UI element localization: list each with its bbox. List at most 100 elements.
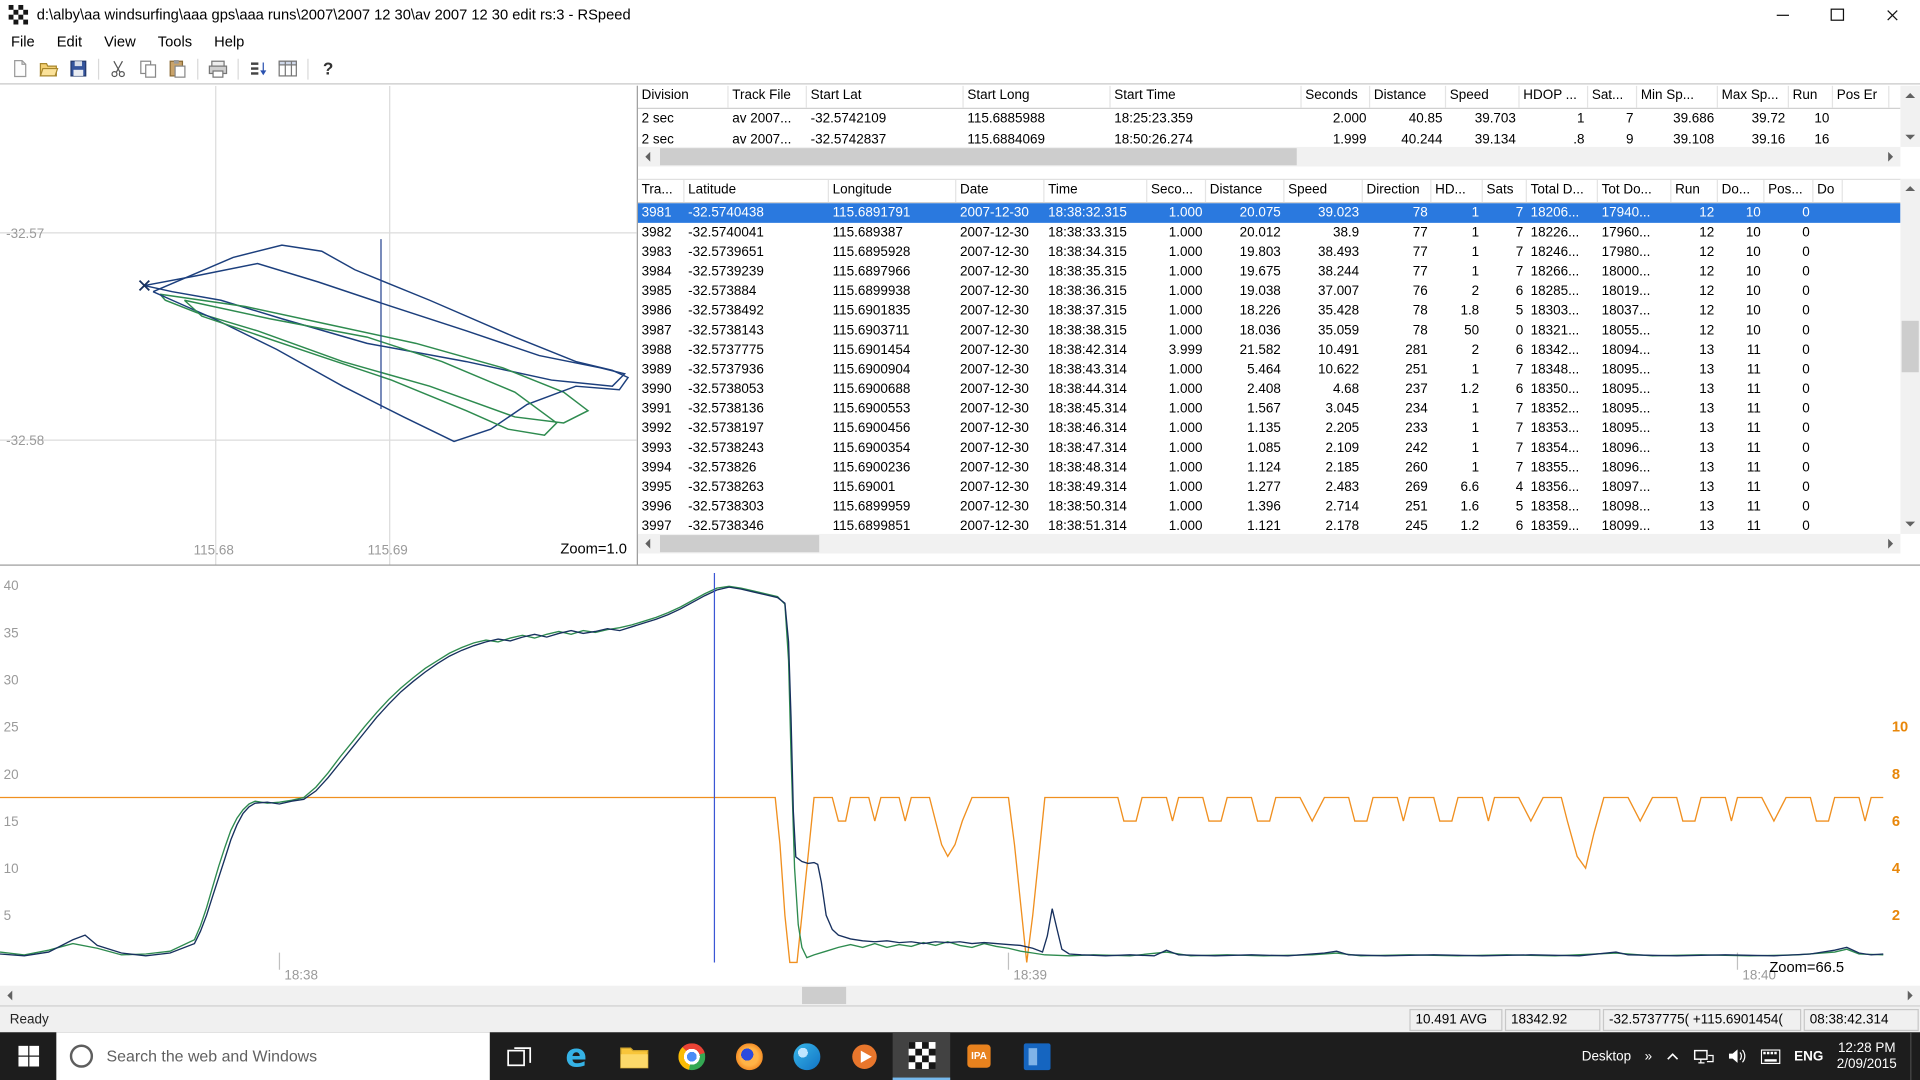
scroll-trough[interactable] xyxy=(1900,198,1920,514)
column-header-tot-do[interactable]: Tot Do... xyxy=(1598,180,1671,202)
table-row[interactable]: 3988-32.5737775115.69014542007-12-3018:3… xyxy=(638,340,1900,360)
table-row[interactable]: 2 secav 2007...-32.5742837115.688406918:… xyxy=(638,130,1900,147)
column-header-speed[interactable]: Speed xyxy=(1284,180,1362,202)
column-header-min-sp[interactable]: Min Sp... xyxy=(1637,86,1718,108)
close-button[interactable] xyxy=(1865,0,1920,29)
track-map-panel[interactable]: -32.57-32.58115.68115.69 Zoom=1.0 xyxy=(0,86,638,565)
column-header-sats[interactable]: Sats xyxy=(1483,180,1527,202)
column-header-run[interactable]: Run xyxy=(1789,86,1833,108)
column-header-do[interactable]: Do... xyxy=(1718,180,1765,202)
column-header-tra[interactable]: Tra... xyxy=(638,180,685,202)
menu-item-view[interactable]: View xyxy=(93,31,147,53)
toolbar-help-button[interactable]: ? xyxy=(313,55,342,82)
toolbar-copy-button[interactable] xyxy=(133,55,162,82)
table-row[interactable]: 3989-32.5737936115.69009042007-12-3018:3… xyxy=(638,360,1900,380)
menu-item-edit[interactable]: Edit xyxy=(46,31,93,53)
column-header-sat[interactable]: Sat... xyxy=(1588,86,1637,108)
table-row[interactable]: 3982-32.5740041115.6893872007-12-3018:38… xyxy=(638,223,1900,243)
network-icon[interactable] xyxy=(1694,1048,1715,1065)
keyboard-icon[interactable] xyxy=(1761,1049,1781,1064)
table-row[interactable]: 3990-32.5738053115.69006882007-12-3018:3… xyxy=(638,380,1900,400)
taskbar-icon-firefox[interactable] xyxy=(720,1032,778,1080)
taskbar-icon-edge[interactable]: e xyxy=(547,1032,605,1080)
scroll-up-arrow[interactable] xyxy=(1900,86,1920,106)
scroll-trough[interactable] xyxy=(20,986,1901,1006)
scroll-right-arrow[interactable] xyxy=(1881,534,1901,554)
hidden-icons-chevron-icon[interactable] xyxy=(1666,1051,1681,1061)
toolbar-open-button[interactable] xyxy=(34,55,63,82)
show-desktop-strip[interactable] xyxy=(1910,1032,1917,1080)
scroll-trough[interactable] xyxy=(658,534,1881,554)
speed-chart-panel[interactable]: 40353025201510510864218:3818:3918:40 Zoo… xyxy=(0,564,1920,985)
taskbar-search-box[interactable] xyxy=(56,1032,489,1080)
scroll-thumb[interactable] xyxy=(660,148,1297,165)
scroll-right-arrow[interactable] xyxy=(1900,986,1920,1006)
table-row[interactable]: 3991-32.5738136115.69005532007-12-3018:3… xyxy=(638,399,1900,419)
speed-time-chart[interactable]: 40353025201510510864218:3818:3918:40 xyxy=(0,566,1920,986)
column-header-direction[interactable]: Direction xyxy=(1363,180,1432,202)
taskbar-icon-task-view[interactable] xyxy=(490,1032,548,1080)
table-row[interactable]: 3994-32.573826115.69002362007-12-3018:38… xyxy=(638,458,1900,478)
column-header-speed[interactable]: Speed xyxy=(1446,86,1519,108)
scroll-thumb[interactable] xyxy=(1902,321,1919,372)
toolbar-overflow-chevron[interactable]: » xyxy=(1645,1049,1653,1064)
chart-hscrollbar[interactable] xyxy=(0,986,1920,1006)
taskbar-icon-rspeed[interactable] xyxy=(893,1032,951,1080)
taskbar-icon-messenger[interactable] xyxy=(778,1032,836,1080)
scroll-thumb[interactable] xyxy=(802,987,846,1004)
scroll-left-arrow[interactable] xyxy=(638,147,658,167)
desktop-toolbar-label[interactable]: Desktop xyxy=(1582,1049,1631,1064)
table-row[interactable]: 3996-32.5738303115.68999592007-12-3018:3… xyxy=(638,497,1900,517)
taskbar-icon-notes[interactable] xyxy=(1008,1032,1066,1080)
table-row[interactable]: 3981-32.5740438115.68917912007-12-3018:3… xyxy=(638,203,1900,223)
volume-icon[interactable] xyxy=(1728,1048,1748,1064)
toolbar-cut-button[interactable] xyxy=(104,55,133,82)
column-header-start-long[interactable]: Start Long xyxy=(964,86,1111,108)
column-header-seconds[interactable]: Seconds xyxy=(1302,86,1371,108)
column-header-total-d[interactable]: Total D... xyxy=(1527,180,1598,202)
scroll-thumb[interactable] xyxy=(660,535,819,552)
column-header-seco[interactable]: Seco... xyxy=(1147,180,1206,202)
column-header-do[interactable]: Do xyxy=(1813,180,1842,202)
toolbar-save-button[interactable] xyxy=(64,55,93,82)
taskbar-icon-media[interactable] xyxy=(835,1032,893,1080)
column-header-start-time[interactable]: Start Time xyxy=(1111,86,1302,108)
table-row[interactable]: 2 secav 2007...-32.5742109115.688598818:… xyxy=(638,109,1900,130)
column-header-hdop[interactable]: HDOP ... xyxy=(1520,86,1589,108)
scroll-trough[interactable] xyxy=(658,147,1881,167)
table-row[interactable]: 3983-32.5739651115.68959282007-12-3018:3… xyxy=(638,242,1900,262)
table-row[interactable]: 3985-32.573884115.68999382007-12-3018:38… xyxy=(638,282,1900,302)
maximize-button[interactable] xyxy=(1810,0,1865,29)
minimize-button[interactable] xyxy=(1755,0,1810,29)
column-header-latitude[interactable]: Latitude xyxy=(684,180,828,202)
column-header-track-file[interactable]: Track File xyxy=(729,86,807,108)
scroll-down-arrow[interactable] xyxy=(1900,127,1920,147)
menu-item-file[interactable]: File xyxy=(0,31,46,53)
points-table-hscrollbar[interactable] xyxy=(638,534,1900,554)
taskbar-icon-chrome[interactable] xyxy=(662,1032,720,1080)
column-header-division[interactable]: Division xyxy=(638,86,729,108)
table-row[interactable]: 3984-32.5739239115.68979662007-12-3018:3… xyxy=(638,262,1900,282)
scroll-right-arrow[interactable] xyxy=(1881,147,1901,167)
toolbar-sort-button[interactable] xyxy=(244,55,273,82)
scroll-left-arrow[interactable] xyxy=(0,986,20,1006)
start-button[interactable] xyxy=(0,1032,56,1080)
taskbar-icon-explorer[interactable] xyxy=(605,1032,663,1080)
toolbar-paste-button[interactable] xyxy=(163,55,192,82)
search-input[interactable] xyxy=(104,1046,490,1067)
scroll-down-arrow[interactable] xyxy=(1900,514,1920,534)
table-row[interactable]: 3995-32.5738263115.690012007-12-3018:38:… xyxy=(638,478,1900,498)
column-header-time[interactable]: Time xyxy=(1044,180,1147,202)
taskbar-icon-ipa[interactable]: IPA xyxy=(950,1032,1008,1080)
table-row[interactable]: 3987-32.5738143115.69037112007-12-3018:3… xyxy=(638,321,1900,341)
table-row[interactable]: 3997-32.5738346115.68998512007-12-3018:3… xyxy=(638,517,1900,535)
menu-item-help[interactable]: Help xyxy=(203,31,255,53)
points-table-vscrollbar[interactable] xyxy=(1900,179,1920,534)
column-header-distance[interactable]: Distance xyxy=(1370,86,1446,108)
scroll-up-arrow[interactable] xyxy=(1900,179,1920,199)
column-header-run[interactable]: Run xyxy=(1671,180,1718,202)
column-header-start-lat[interactable]: Start Lat xyxy=(807,86,964,108)
column-header-pos-er[interactable]: Pos Er xyxy=(1833,86,1889,108)
scroll-left-arrow[interactable] xyxy=(638,534,658,554)
column-header-longitude[interactable]: Longitude xyxy=(829,180,956,202)
